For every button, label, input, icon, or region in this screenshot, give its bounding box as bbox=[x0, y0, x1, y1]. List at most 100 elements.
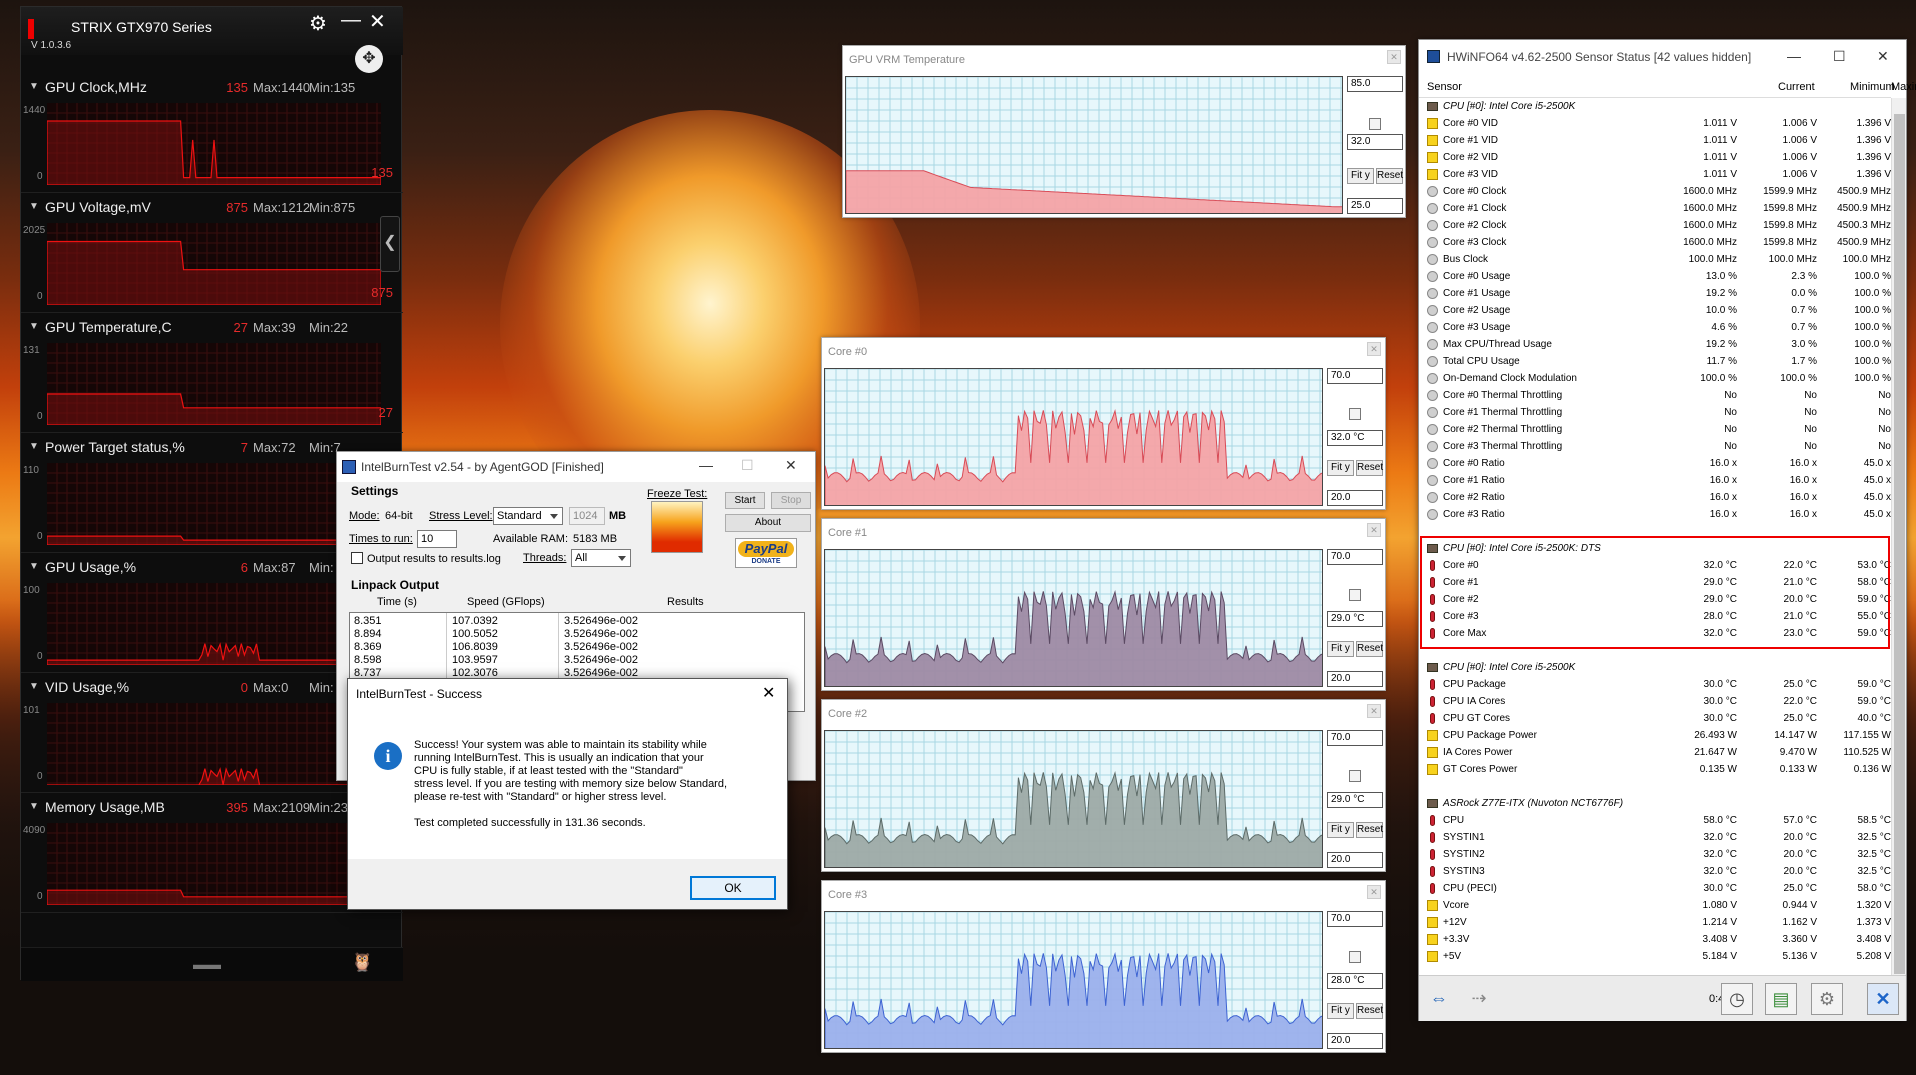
times-to-run-input[interactable]: 10 bbox=[417, 530, 457, 548]
ibt-titlebar[interactable]: IntelBurnTest v2.54 - by AgentGOD [Finis… bbox=[337, 452, 815, 482]
scrollbar-thumb[interactable] bbox=[1894, 114, 1905, 974]
collapse-arrows-icon[interactable]: ⇢ bbox=[1463, 983, 1495, 1015]
gpu-tweak-side-toggle[interactable]: ❮ bbox=[380, 216, 400, 272]
col-minimum[interactable]: Minimum bbox=[1850, 81, 1895, 93]
sensor-row[interactable]: Core #2 Clock 1600.0 MHz 1599.8 MHz 4500.3 … bbox=[1419, 217, 1891, 234]
maximize-button[interactable]: ☐ bbox=[741, 457, 754, 474]
sensor-row[interactable]: SYSTIN1 32.0 °C 20.0 °C 32.5 °C bbox=[1419, 829, 1891, 846]
graph-max-input[interactable]: 70.0 bbox=[1327, 368, 1383, 384]
col-current[interactable]: Current bbox=[1778, 81, 1815, 93]
sensor-row[interactable]: Core #2 Thermal Throttling No No No bbox=[1419, 421, 1891, 438]
graph-close-button[interactable]: ✕ bbox=[1387, 50, 1401, 64]
paypal-donate-button[interactable]: PayPal DONATE bbox=[735, 538, 797, 568]
sensor-row[interactable]: Core #0 Clock 1600.0 MHz 1599.9 MHz 4500.9 … bbox=[1419, 183, 1891, 200]
reset-button[interactable]: Reset bbox=[1376, 168, 1403, 184]
gpu-tweak-titlebar[interactable]: STRIX GTX970 Series V 1.0.3.6 ⚙ — ✕ bbox=[21, 7, 403, 55]
sensor-row[interactable]: Vcore 1.080 V 0.944 V 1.320 V bbox=[1419, 897, 1891, 914]
sensor-row[interactable]: CPU Package Power 26.493 W 14.147 W 117.155… bbox=[1419, 727, 1891, 744]
fit-y-button[interactable]: Fit y bbox=[1327, 460, 1354, 476]
sensor-row[interactable]: CPU GT Cores 30.0 °C 25.0 °C 40.0 °C bbox=[1419, 710, 1891, 727]
report-add-icon[interactable]: ▤ bbox=[1765, 983, 1797, 1015]
collapse-arrow-icon[interactable]: ▼ bbox=[29, 321, 39, 332]
graph-max-input[interactable]: 70.0 bbox=[1327, 911, 1383, 927]
collapse-arrow-icon[interactable]: ▼ bbox=[29, 561, 39, 572]
graph-checkbox[interactable] bbox=[1349, 951, 1361, 963]
reset-button[interactable]: Reset bbox=[1356, 641, 1383, 657]
graph-checkbox[interactable] bbox=[1369, 118, 1381, 130]
reset-button[interactable]: Reset bbox=[1356, 1003, 1383, 1019]
sensor-row[interactable]: CPU (PECI) 30.0 °C 25.0 °C 58.0 °C bbox=[1419, 880, 1891, 897]
sensor-row[interactable]: CPU IA Cores 30.0 °C 22.0 °C 59.0 °C bbox=[1419, 693, 1891, 710]
sensor-row[interactable]: SYSTIN2 32.0 °C 20.0 °C 32.5 °C bbox=[1419, 846, 1891, 863]
graph-min-input[interactable]: 20.0 bbox=[1327, 852, 1383, 868]
graph-min-input[interactable]: 20.0 bbox=[1327, 671, 1383, 687]
col-maximum[interactable]: Maximum bbox=[1891, 81, 1916, 93]
sensor-row[interactable]: Core #3 Usage 4.6 % 0.7 % 100.0 % bbox=[1419, 319, 1891, 336]
sensor-group-header[interactable]: CPU [#0]: Intel Core i5-2500K bbox=[1419, 98, 1891, 115]
memory-size-input[interactable]: 1024 bbox=[569, 507, 605, 525]
graph-min-input[interactable]: 20.0 bbox=[1327, 490, 1383, 506]
sensor-row[interactable]: GT Cores Power 0.135 W 0.133 W 0.136 W bbox=[1419, 761, 1891, 778]
hwinfo-titlebar[interactable]: HWiNFO64 v4.62-2500 Sensor Status [42 va… bbox=[1419, 40, 1906, 72]
sensor-row[interactable]: Core #1 Clock 1600.0 MHz 1599.8 MHz 4500.9 … bbox=[1419, 200, 1891, 217]
reset-button[interactable]: Reset bbox=[1356, 822, 1383, 838]
sensor-row[interactable]: Core #0 VID 1.011 V 1.006 V 1.396 V bbox=[1419, 115, 1891, 132]
close-button[interactable]: ✕ bbox=[785, 457, 797, 474]
sensor-group-header[interactable]: CPU [#0]: Intel Core i5-2500K bbox=[1419, 659, 1891, 676]
sensor-row[interactable]: CPU 58.0 °C 57.0 °C 58.5 °C bbox=[1419, 812, 1891, 829]
resize-handle-icon[interactable]: ▬▬ bbox=[193, 956, 221, 972]
graph-checkbox[interactable] bbox=[1349, 408, 1361, 420]
output-log-checkbox[interactable] bbox=[351, 552, 363, 564]
sensor-row[interactable]: Core #1 VID 1.011 V 1.006 V 1.396 V bbox=[1419, 132, 1891, 149]
about-button[interactable]: About bbox=[725, 514, 811, 532]
graph-max-input[interactable]: 70.0 bbox=[1327, 730, 1383, 746]
collapse-arrow-icon[interactable]: ▼ bbox=[29, 681, 39, 692]
graph-close-button[interactable]: ✕ bbox=[1367, 342, 1381, 356]
minimize-button[interactable]: — bbox=[699, 457, 713, 473]
threads-select[interactable]: All bbox=[571, 549, 631, 567]
sensor-row[interactable]: Core #3 Clock 1600.0 MHz 1599.8 MHz 4500.9 … bbox=[1419, 234, 1891, 251]
stop-button[interactable]: Stop bbox=[771, 492, 811, 509]
sensor-row[interactable]: IA Cores Power 21.647 W 9.470 W 110.525 W bbox=[1419, 744, 1891, 761]
sensor-row[interactable]: +5V 5.184 V 5.136 V 5.208 V bbox=[1419, 948, 1891, 965]
settings-gear-icon[interactable]: ⚙ bbox=[1811, 983, 1843, 1015]
maximize-button[interactable]: ☐ bbox=[1833, 48, 1846, 65]
clock-icon[interactable]: ◷ bbox=[1721, 983, 1753, 1015]
close-button[interactable]: ✕ bbox=[762, 683, 775, 703]
ok-button[interactable]: OK bbox=[690, 876, 776, 900]
sensor-scrollbar[interactable] bbox=[1891, 98, 1906, 1003]
sensor-row[interactable]: +3.3V 3.408 V 3.360 V 3.408 V bbox=[1419, 931, 1891, 948]
fit-y-button[interactable]: Fit y bbox=[1327, 822, 1354, 838]
graph-checkbox[interactable] bbox=[1349, 589, 1361, 601]
sensor-row[interactable]: Max CPU/Thread Usage 19.2 % 3.0 % 100.0 % bbox=[1419, 336, 1891, 353]
sensor-row[interactable]: Core #3 Thermal Throttling No No No bbox=[1419, 438, 1891, 455]
sensor-row[interactable]: Core #0 Thermal Throttling No No No bbox=[1419, 387, 1891, 404]
sensor-row[interactable]: Core #2 Usage 10.0 % 0.7 % 100.0 % bbox=[1419, 302, 1891, 319]
col-sensor[interactable]: Sensor bbox=[1427, 81, 1462, 93]
close-button[interactable]: ✕ bbox=[369, 9, 386, 34]
close-button[interactable]: ✕ bbox=[1877, 48, 1889, 65]
sensor-row[interactable]: Total CPU Usage 11.7 % 1.7 % 100.0 % bbox=[1419, 353, 1891, 370]
graph-min-input[interactable]: 20.0 bbox=[1327, 1033, 1383, 1049]
sensor-row[interactable]: +12V 1.214 V 1.162 V 1.373 V bbox=[1419, 914, 1891, 931]
gear-icon[interactable]: ⚙ bbox=[309, 11, 327, 36]
sensor-row[interactable]: CPU Package 30.0 °C 25.0 °C 59.0 °C bbox=[1419, 676, 1891, 693]
graph-max-input[interactable]: 85.0 bbox=[1347, 76, 1403, 92]
sensor-row[interactable]: Core #3 VID 1.011 V 1.006 V 1.396 V bbox=[1419, 166, 1891, 183]
collapse-arrow-icon[interactable]: ▼ bbox=[29, 81, 39, 92]
sensor-row[interactable]: Core #1 Thermal Throttling No No No bbox=[1419, 404, 1891, 421]
expand-arrows-icon[interactable]: ⇔ bbox=[1423, 983, 1455, 1015]
sensor-group-header[interactable]: ASRock Z77E-ITX (Nuvoton NCT6776F) bbox=[1419, 795, 1891, 812]
fit-y-button[interactable]: Fit y bbox=[1327, 1003, 1354, 1019]
graph-close-button[interactable]: ✕ bbox=[1367, 523, 1381, 537]
graph-max-input[interactable]: 70.0 bbox=[1327, 549, 1383, 565]
sensor-row[interactable]: Core #2 VID 1.011 V 1.006 V 1.396 V bbox=[1419, 149, 1891, 166]
sensor-row[interactable]: Core #2 Ratio 16.0 x 16.0 x 45.0 x bbox=[1419, 489, 1891, 506]
sensor-row[interactable]: SYSTIN3 32.0 °C 20.0 °C 32.5 °C bbox=[1419, 863, 1891, 880]
graph-close-button[interactable]: ✕ bbox=[1367, 704, 1381, 718]
sensor-row[interactable]: Core #0 Ratio 16.0 x 16.0 x 45.0 x bbox=[1419, 455, 1891, 472]
monitor-toggle-icon[interactable]: ✥ bbox=[355, 45, 383, 73]
sensor-row[interactable]: Bus Clock 100.0 MHz 100.0 MHz 100.0 MHz bbox=[1419, 251, 1891, 268]
freeze-test-flame-icon[interactable] bbox=[651, 501, 703, 553]
minimize-button[interactable]: — bbox=[341, 9, 361, 32]
